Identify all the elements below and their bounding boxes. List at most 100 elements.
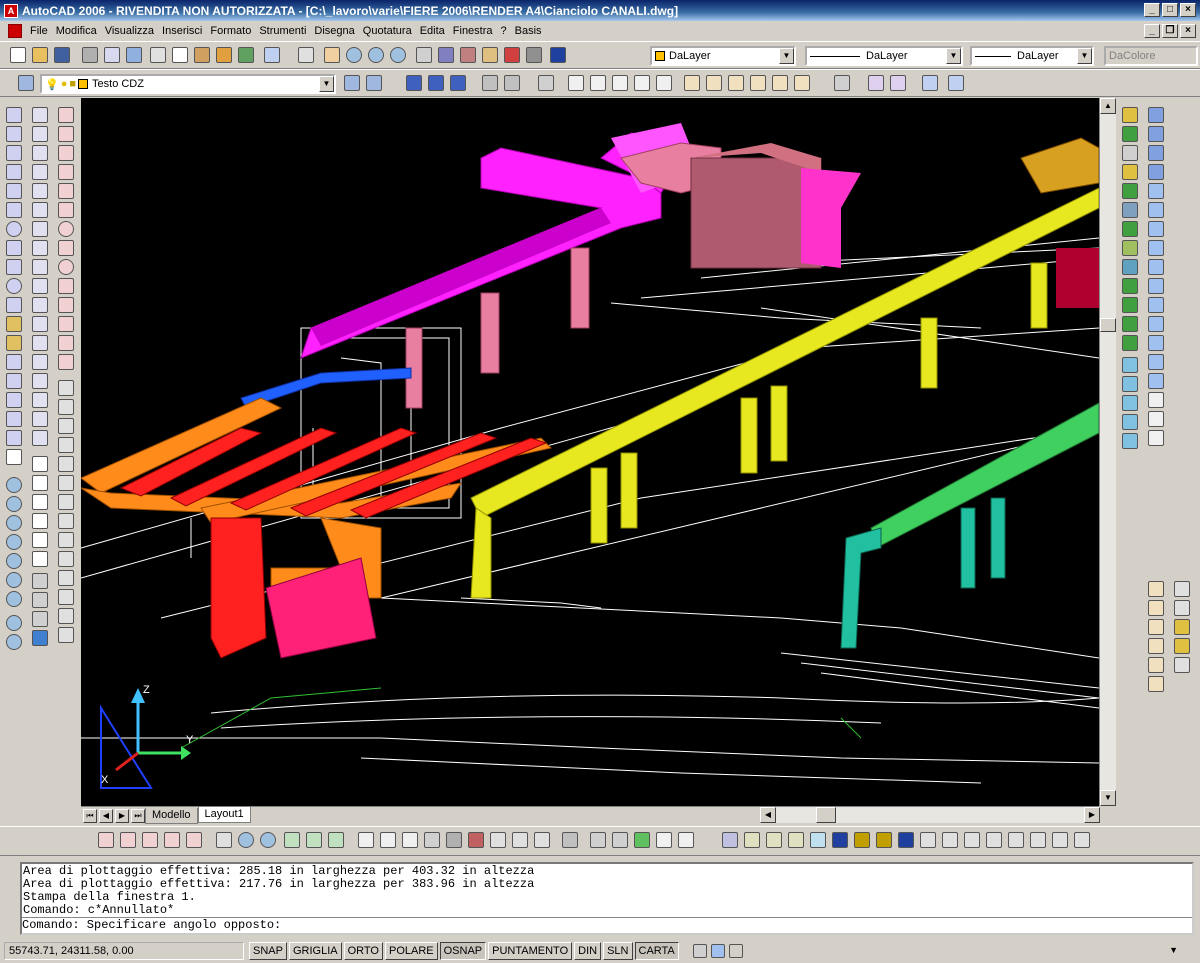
zoom-scale-icon[interactable] [6, 515, 22, 531]
previous-tab-button[interactable]: ◀ [99, 808, 113, 823]
define-attribute-icon[interactable] [1148, 600, 1164, 616]
shade-3d-button[interactable] [378, 831, 398, 850]
single-text-icon[interactable] [32, 551, 48, 567]
mass-properties-icon[interactable] [1174, 619, 1190, 635]
cut-button[interactable] [148, 46, 168, 65]
interfere-icon[interactable] [58, 551, 74, 567]
doc-minimize-button[interactable]: _ [1144, 24, 1160, 38]
ucs-object-icon[interactable] [1122, 433, 1138, 449]
layer-manager-button[interactable] [16, 74, 36, 93]
gouraud-edges-button[interactable] [488, 831, 508, 850]
group-icon[interactable] [58, 399, 74, 415]
doc-restore-button[interactable]: ❐ [1162, 24, 1178, 38]
layer-unlock-button[interactable] [852, 831, 872, 850]
help-button[interactable] [548, 46, 568, 65]
landscape-library-icon[interactable] [1122, 316, 1138, 332]
single-viewport-icon[interactable] [1148, 411, 1164, 427]
ucs-y-icon[interactable] [1148, 316, 1164, 332]
menu-basis[interactable]: Basis [513, 25, 548, 37]
point-icon[interactable] [6, 354, 22, 370]
solid-torus-button[interactable] [610, 831, 630, 850]
snap-toggle[interactable]: SNAP [249, 942, 287, 960]
rotate3d-icon[interactable] [58, 475, 74, 491]
snap-insert-icon[interactable] [58, 297, 74, 313]
chevron-down-icon[interactable]: ▼ [779, 48, 794, 64]
match-properties-button[interactable] [214, 46, 234, 65]
menu-edita[interactable]: Edita [418, 25, 451, 37]
continuous-orbit-button[interactable] [304, 831, 324, 850]
first-tab-button[interactable]: ⏮ [83, 808, 97, 823]
viewport-icon[interactable] [710, 944, 725, 958]
gouraud-button[interactable] [444, 831, 464, 850]
scene-icon[interactable] [1122, 145, 1138, 161]
viewports-icon[interactable] [1148, 392, 1164, 408]
layer-walk-button[interactable] [918, 831, 938, 850]
view-top-icon[interactable] [1148, 126, 1164, 142]
snap-int-button[interactable] [162, 831, 182, 850]
mapping-icon[interactable] [1122, 221, 1138, 237]
vertical-scrollbar[interactable]: ▲ ▼ [1099, 98, 1116, 806]
vertical-scroll-thumb[interactable] [1100, 318, 1116, 332]
zoom-realtime-button[interactable] [344, 46, 364, 65]
rotate-icon[interactable] [32, 221, 48, 237]
fog-icon[interactable] [1122, 259, 1138, 275]
solid-section-button[interactable] [654, 831, 674, 850]
dim-baseline-button[interactable] [682, 74, 702, 93]
snap-perpendicular-icon[interactable] [58, 202, 74, 218]
solid-box-button[interactable] [560, 831, 580, 850]
layer-lock-button[interactable] [830, 831, 850, 850]
view-left-button[interactable] [448, 74, 468, 93]
box-icon[interactable] [32, 592, 48, 608]
layer-unisolate-button[interactable] [764, 831, 784, 850]
linetype-combo[interactable]: DaLayer ▼ [805, 46, 963, 66]
last-tab-button[interactable]: ⏭ [131, 808, 145, 823]
command-prompt[interactable]: Comando: Specificare angolo opposto: [22, 917, 1192, 933]
shade-icon[interactable] [32, 630, 48, 646]
center-mark-button[interactable] [792, 74, 812, 93]
layer-merge-button[interactable] [940, 831, 960, 850]
hatch-icon[interactable] [6, 373, 22, 389]
menu-quotatura[interactable]: Quotatura [361, 25, 418, 37]
snap-from-button[interactable] [118, 831, 138, 850]
multiline-text-icon[interactable] [6, 449, 22, 465]
lights-icon[interactable] [1122, 164, 1138, 180]
zoom-all-icon[interactable] [6, 615, 22, 631]
ucs-named-icon[interactable] [1148, 373, 1164, 389]
layer-copy-button[interactable] [984, 831, 1004, 850]
publish-button[interactable] [124, 46, 144, 65]
zoom-dynamic-icon[interactable] [6, 496, 22, 512]
ucs-x-icon[interactable] [1148, 297, 1164, 313]
close-button[interactable]: × [1180, 3, 1196, 17]
locate-point-icon[interactable] [1174, 657, 1190, 673]
snap-intersection-icon[interactable] [58, 145, 74, 161]
sync-attribute-icon[interactable] [1148, 657, 1164, 673]
doc-close-button[interactable]: × [1180, 24, 1196, 38]
circle-icon[interactable] [6, 221, 22, 237]
construction-line-icon[interactable] [6, 126, 22, 142]
move3d-icon[interactable] [58, 456, 74, 472]
attribute-manager-icon[interactable] [1148, 676, 1164, 692]
render-preferences-icon[interactable] [1122, 335, 1138, 351]
open-button[interactable] [30, 46, 50, 65]
layer-audit-button[interactable] [1072, 831, 1092, 850]
redo-button[interactable] [296, 46, 316, 65]
solid-slice-button[interactable] [676, 831, 696, 850]
snap-endpoint-button[interactable] [96, 831, 116, 850]
zoom-window-icon[interactable] [6, 477, 22, 493]
spell-check-icon[interactable] [32, 532, 48, 548]
zoom-extents-icon[interactable] [6, 634, 22, 650]
calculator-button[interactable] [524, 46, 544, 65]
view-sw-icon[interactable] [1148, 183, 1164, 199]
view-icon[interactable] [1148, 107, 1164, 123]
layer-states-button[interactable] [1028, 831, 1048, 850]
undo-button[interactable] [262, 46, 282, 65]
spline-icon[interactable] [6, 259, 22, 275]
array3d-icon[interactable] [58, 437, 74, 453]
sphere-icon[interactable] [32, 573, 48, 589]
break-icon[interactable] [32, 316, 48, 332]
align-icon[interactable] [58, 494, 74, 510]
view-ne-icon[interactable] [1148, 221, 1164, 237]
zoom-object-icon[interactable] [6, 553, 22, 569]
text-justify-icon[interactable] [32, 513, 48, 529]
dim-linear-button[interactable] [566, 74, 586, 93]
